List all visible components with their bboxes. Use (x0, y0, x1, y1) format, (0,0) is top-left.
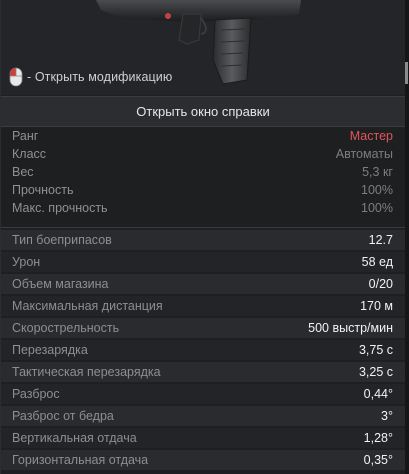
stat-label: Объем магазина (12, 277, 109, 291)
info-label: Класс (12, 147, 47, 161)
info-value: 100% (361, 201, 393, 215)
info-label: Прочность (12, 183, 74, 197)
stat-row: Горизонтальная отдача 0,35° (1, 450, 405, 470)
red-marker-icon (165, 13, 171, 19)
stat-row: Тип боеприпасов 12.7 (1, 230, 405, 250)
stat-label: Тактическая перезарядка (12, 365, 161, 379)
weapon-preview: - Открыть модификацию (1, 0, 405, 95)
stat-row: Разброс 0,44° (1, 384, 405, 404)
rank-value: Мастер (349, 129, 393, 143)
stat-label: Перезарядка (12, 343, 88, 357)
stat-label: Урон (12, 255, 41, 269)
info-label: Вес (12, 165, 34, 179)
stat-value: 1,28° (363, 431, 393, 445)
stat-value: 3° (381, 409, 393, 423)
modification-hint[interactable]: - Открыть модификацию (9, 66, 172, 88)
stat-label: Вертикальная отдача (12, 431, 137, 445)
stat-label: Разброс от бедра (12, 409, 114, 423)
info-row: Прочность 100% (1, 181, 405, 199)
mouse-left-click-icon (9, 67, 23, 87)
info-row: Класс Автоматы (1, 145, 405, 163)
stat-value: 3,75 с (358, 343, 393, 357)
stat-label: Тип боеприпасов (12, 233, 112, 247)
stat-label: Горизонтальная отдача (12, 453, 149, 467)
info-row: Макс. прочность 100% (1, 199, 405, 217)
stat-row: Вертикальная отдача 1,28° (1, 428, 405, 448)
open-help-button[interactable]: Открыть окно справки (1, 96, 405, 127)
info-row: Вес 5,3 кг (1, 163, 405, 181)
weapon-stats-list: Тип боеприпасов 12.7 Урон 58 ед Объем магази… (1, 230, 405, 472)
stat-value: 12.7 (368, 233, 393, 247)
stat-row: Урон 58 ед (1, 252, 405, 272)
info-value: Автоматы (335, 147, 393, 161)
section-divider (1, 227, 405, 228)
stat-value: 170 м (360, 299, 393, 313)
stat-value: 58 ед (361, 255, 393, 269)
stat-row: Максимальная дистанция 170 м (1, 296, 405, 316)
stat-row: Объем магазина 0/20 (1, 274, 405, 294)
stat-label: Скорострельность (12, 321, 120, 335)
stat-row: Тактическая перезарядка 3,25 с (1, 362, 405, 382)
stat-row: Перезарядка 3,75 с (1, 340, 405, 360)
stat-label: Максимальная дистанция (12, 299, 163, 313)
stat-value: 0/20 (368, 277, 393, 291)
stat-value: 500 выстр/мин (308, 321, 393, 335)
hint-label: - Открыть модификацию (27, 70, 173, 84)
info-label: Макс. прочность (12, 201, 108, 215)
info-row: Ранг Мастер (1, 127, 405, 145)
stat-label: Разброс (12, 387, 60, 401)
info-value: 100% (361, 183, 393, 197)
stat-value: 0,35° (363, 453, 393, 467)
scrollbar-thumb[interactable] (405, 62, 408, 84)
stat-row: Скорострельность 500 выстр/мин (1, 318, 405, 338)
item-info-list: Ранг Мастер Класс Автоматы Вес 5,3 кг Прочност… (1, 127, 405, 217)
stat-row: Разброс от бедра 3° (1, 406, 405, 426)
stat-value: 3,25 с (358, 365, 393, 379)
info-label: Ранг (12, 129, 39, 143)
info-value: 5,3 кг (362, 165, 393, 179)
stat-value: 0,44° (363, 387, 393, 401)
